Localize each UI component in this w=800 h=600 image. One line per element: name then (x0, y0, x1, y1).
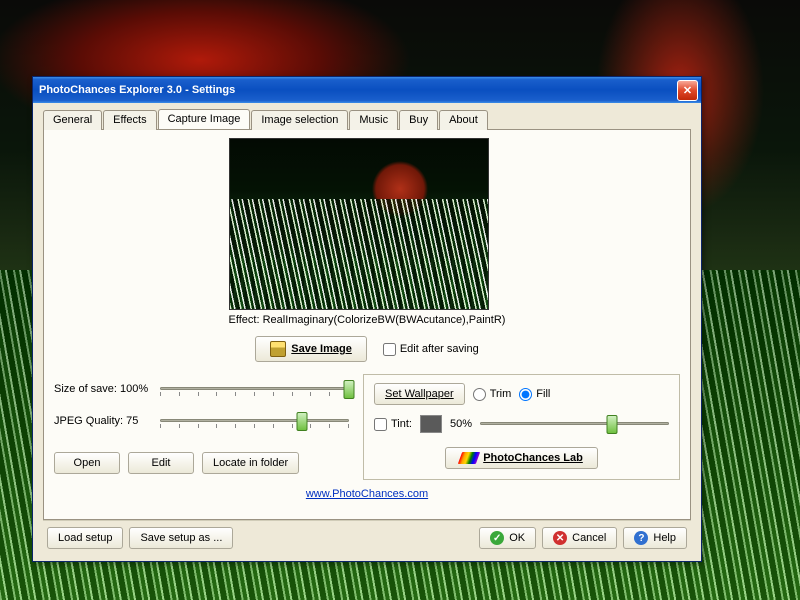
wallpaper-group: Set Wallpaper Trim Fill (363, 374, 680, 480)
tint-slider[interactable] (480, 413, 669, 435)
dialog-body: General Effects Capture Image Image sele… (33, 103, 701, 561)
cancel-button[interactable]: ✕ Cancel (542, 527, 617, 549)
left-column: Size of save: 100% JPEG Quality: 75 (54, 374, 349, 478)
tab-general[interactable]: General (43, 110, 102, 130)
tab-about[interactable]: About (439, 110, 488, 130)
bottom-bar: Load setup Save setup as ... ✓ OK ✕ Canc… (43, 520, 691, 553)
effect-label: Effect: RealImaginary(ColorizeBW(BWAcuta… (229, 314, 506, 326)
photochances-lab-label: PhotoChances Lab (483, 452, 583, 464)
save-image-button[interactable]: Save Image (255, 336, 367, 362)
open-button[interactable]: Open (54, 452, 120, 474)
jpeg-slider-thumb[interactable] (296, 412, 307, 431)
save-row: Save Image Edit after saving (54, 336, 680, 362)
size-label: Size of save: 100% (54, 383, 154, 395)
load-setup-button[interactable]: Load setup (47, 527, 123, 549)
slider-track (160, 387, 349, 390)
options-columns: Size of save: 100% JPEG Quality: 75 (54, 374, 680, 480)
left-buttons: Open Edit Locate in folder (54, 452, 349, 474)
slider-track (160, 419, 349, 422)
size-slider-row: Size of save: 100% (54, 378, 349, 400)
edit-button[interactable]: Edit (128, 452, 194, 474)
titlebar[interactable]: PhotoChances Explorer 3.0 - Settings ✕ (33, 77, 701, 103)
size-slider-thumb[interactable] (344, 380, 355, 399)
website-link[interactable]: www.PhotoChances.com (306, 488, 428, 500)
tint-value-label: 50% (450, 418, 472, 430)
edit-after-saving-row[interactable]: Edit after saving (383, 343, 479, 356)
save-setup-label: Save setup as ... (140, 532, 222, 544)
tab-strip: General Effects Capture Image Image sele… (43, 109, 691, 129)
save-image-label: Save Image (291, 343, 352, 355)
tint-checkbox[interactable] (374, 418, 387, 431)
jpeg-slider[interactable] (160, 410, 349, 432)
slider-track (480, 422, 669, 425)
tab-music[interactable]: Music (349, 110, 398, 130)
close-icon: ✕ (683, 84, 692, 97)
slider-ticks (160, 392, 349, 396)
preview-image (229, 138, 489, 310)
jpeg-label: JPEG Quality: 75 (54, 415, 154, 427)
close-button[interactable]: ✕ (677, 80, 698, 101)
preview-area: Effect: RealImaginary(ColorizeBW(BWAcuta… (229, 138, 506, 326)
tab-capture-image[interactable]: Capture Image (158, 109, 251, 129)
settings-dialog: PhotoChances Explorer 3.0 - Settings ✕ G… (32, 76, 702, 562)
tint-checkbox-row[interactable]: Tint: (374, 418, 412, 431)
tint-label: Tint: (391, 418, 412, 430)
fill-radio[interactable] (519, 388, 532, 401)
ok-label: OK (509, 532, 525, 544)
help-icon: ? (634, 531, 648, 545)
ok-icon: ✓ (490, 531, 504, 545)
set-wallpaper-label: Set Wallpaper (385, 388, 454, 400)
fill-radio-row[interactable]: Fill (519, 388, 550, 401)
tint-color-swatch[interactable] (420, 415, 442, 433)
tab-page-capture-image: Effect: RealImaginary(ColorizeBW(BWAcuta… (43, 129, 691, 520)
help-button[interactable]: ? Help (623, 527, 687, 549)
tab-image-selection[interactable]: Image selection (251, 110, 348, 130)
rainbow-icon (458, 452, 480, 464)
link-row: www.PhotoChances.com (54, 488, 680, 500)
photochances-lab-button[interactable]: PhotoChances Lab (445, 447, 598, 469)
cancel-icon: ✕ (553, 531, 567, 545)
edit-after-saving-label: Edit after saving (400, 343, 479, 355)
tab-effects[interactable]: Effects (103, 110, 156, 130)
save-icon (270, 341, 286, 357)
slider-ticks (160, 424, 349, 428)
wallpaper-top-row: Set Wallpaper Trim Fill (374, 383, 669, 405)
tint-row: Tint: 50% (374, 413, 669, 435)
tint-slider-thumb[interactable] (607, 415, 618, 434)
trim-label: Trim (490, 388, 512, 400)
set-wallpaper-button[interactable]: Set Wallpaper (374, 383, 465, 405)
save-setup-as-button[interactable]: Save setup as ... (129, 527, 233, 549)
help-label: Help (653, 532, 676, 544)
jpeg-slider-row: JPEG Quality: 75 (54, 410, 349, 432)
size-slider[interactable] (160, 378, 349, 400)
cancel-label: Cancel (572, 532, 606, 544)
fill-label: Fill (536, 388, 550, 400)
tab-buy[interactable]: Buy (399, 110, 438, 130)
trim-radio-row[interactable]: Trim (473, 388, 512, 401)
locate-in-folder-button[interactable]: Locate in folder (202, 452, 299, 474)
window-title: PhotoChances Explorer 3.0 - Settings (39, 84, 677, 96)
edit-after-saving-checkbox[interactable] (383, 343, 396, 356)
trim-radio[interactable] (473, 388, 486, 401)
ok-button[interactable]: ✓ OK (479, 527, 536, 549)
